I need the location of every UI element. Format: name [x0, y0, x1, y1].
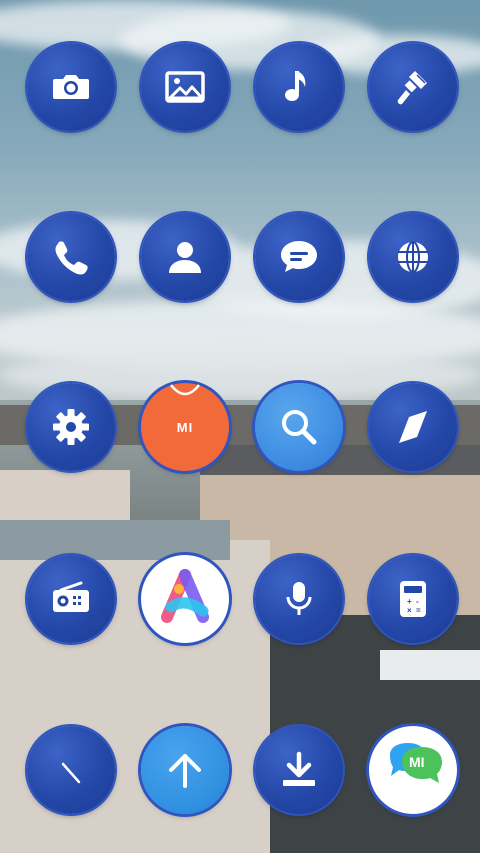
app-compass[interactable]: [369, 383, 457, 471]
svg-text:×: ×: [407, 606, 412, 615]
svg-text:-: -: [416, 597, 419, 606]
app-phone[interactable]: [27, 213, 115, 301]
image-icon: [165, 71, 205, 103]
search-icon: [282, 410, 317, 445]
chat-bubble-icon: [281, 241, 317, 272]
arrow-up-icon: [169, 754, 201, 788]
app-camera[interactable]: [27, 43, 115, 131]
shopping-bag-icon: MI: [141, 383, 229, 471]
app-downloads[interactable]: [255, 726, 343, 814]
mi-chat-bubbles-icon: MI: [378, 735, 448, 805]
globe-icon: [398, 241, 428, 273]
app-updater[interactable]: [141, 726, 229, 814]
mi-chat-label: MI: [409, 754, 425, 770]
clock-hand-icon: [61, 762, 81, 784]
app-calculator[interactable]: + - × =: [369, 555, 457, 643]
phone-icon: [55, 241, 88, 275]
app-browser[interactable]: [369, 213, 457, 301]
app-mi-chat[interactable]: MI: [369, 726, 457, 814]
app-app-vault[interactable]: [141, 555, 229, 643]
app-contacts[interactable]: [141, 213, 229, 301]
camera-icon: [53, 75, 89, 99]
app-music[interactable]: [255, 43, 343, 131]
calculator-icon: + - × =: [400, 581, 426, 617]
gear-icon: [53, 409, 89, 445]
mi-store-label: MI: [176, 420, 194, 435]
app-mi-store[interactable]: MI: [141, 383, 229, 471]
radio-icon: [53, 581, 89, 612]
download-icon: [283, 751, 315, 786]
svg-text:=: =: [416, 606, 421, 615]
app-fm-radio[interactable]: [27, 555, 115, 643]
app-messages[interactable]: [255, 213, 343, 301]
app-search[interactable]: [255, 383, 343, 471]
person-icon: [169, 242, 201, 273]
app-grid: MI + - × = MI: [0, 0, 480, 853]
compass-icon: [399, 411, 427, 443]
colorful-a-icon: [161, 569, 209, 623]
app-settings[interactable]: [27, 383, 115, 471]
microphone-icon: [286, 582, 312, 615]
app-gallery[interactable]: [141, 43, 229, 131]
music-note-icon: [285, 71, 306, 101]
app-clock[interactable]: [27, 726, 115, 814]
app-recorder[interactable]: [255, 555, 343, 643]
app-themes[interactable]: [369, 43, 457, 131]
paintbrush-icon: [397, 71, 427, 105]
svg-text:+: +: [407, 597, 412, 606]
